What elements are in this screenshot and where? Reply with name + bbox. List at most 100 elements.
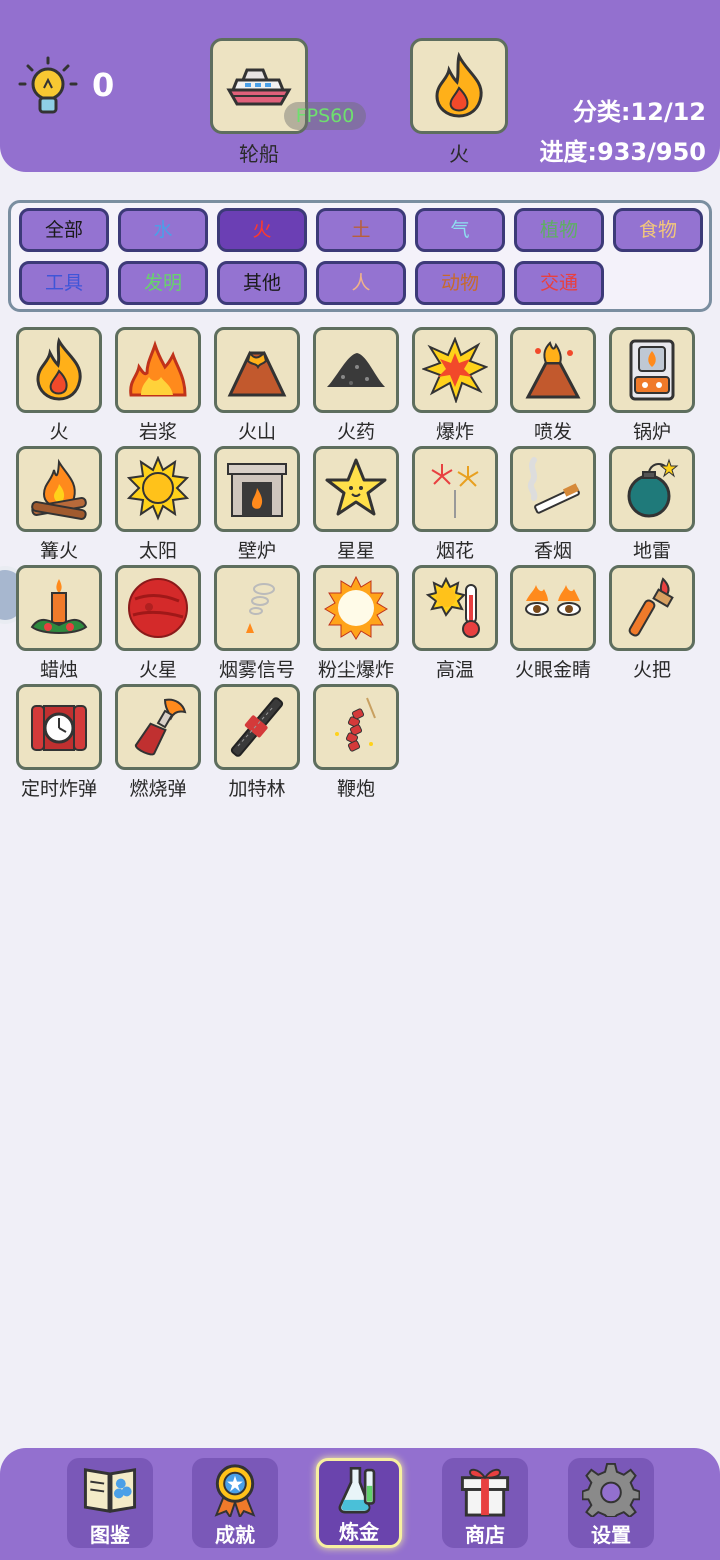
element-item[interactable]: 香烟	[510, 446, 596, 563]
element-item[interactable]: 星星	[313, 446, 399, 563]
nav-label: 图鉴	[90, 1523, 130, 1547]
book-icon	[83, 1468, 137, 1513]
element-item[interactable]: 火	[16, 327, 102, 444]
star-icon	[325, 458, 387, 516]
torch-icon	[628, 577, 674, 637]
element-item[interactable]: 壁炉	[214, 446, 300, 563]
volcano-icon	[227, 350, 287, 397]
category-all[interactable]: 全部	[19, 208, 109, 252]
category-other[interactable]: 其他	[217, 261, 307, 305]
category-label: 植物	[539, 219, 578, 241]
element-label: 火把	[632, 659, 671, 681]
element-label: 岩浆	[138, 421, 177, 443]
result-slot-left-label: 轮船	[239, 142, 279, 166]
element-item[interactable]: 篝火	[16, 446, 102, 563]
element-item[interactable]: 燃烧弹	[115, 684, 201, 801]
category-earth[interactable]: 土	[316, 208, 406, 252]
nav-label: 商店	[465, 1523, 505, 1547]
category-fire[interactable]: 火	[217, 208, 307, 252]
element-item[interactable]: 岩浆	[115, 327, 201, 444]
category-label: 发明	[143, 272, 182, 294]
element-item[interactable]: 鞭炮	[313, 684, 399, 801]
element-label: 爆炸	[435, 421, 474, 443]
element-label: 加特林	[228, 778, 286, 800]
category-air[interactable]: 气	[415, 208, 505, 252]
category-filter: 全部 水 火 土 气 植物 食物 工具 发明 其他 人 动物 交通	[8, 200, 712, 312]
progress-counter: 进度:933/950	[539, 138, 706, 166]
element-item[interactable]: 锅炉	[609, 327, 695, 444]
boiler-icon	[629, 339, 675, 401]
element-item[interactable]: 高温	[412, 565, 498, 682]
smoke-signal-icon	[246, 583, 275, 633]
category-invention[interactable]: 发明	[118, 261, 208, 305]
element-label: 火药	[336, 421, 375, 443]
category-counter: 分类:12/12	[572, 98, 706, 126]
element-item[interactable]: 喷发	[510, 327, 596, 444]
top-bar: 0 轮船 FPS60 火 分类:12/12 进度:933/950	[0, 0, 720, 172]
category-label: 火	[252, 219, 272, 241]
category-tool[interactable]: 工具	[19, 261, 109, 305]
nav-settings[interactable]: 设置	[568, 1458, 654, 1548]
category-label: 交通	[539, 272, 578, 294]
element-item[interactable]: 太阳	[115, 446, 201, 563]
nav-label: 炼金	[339, 1520, 379, 1544]
element-label: 锅炉	[632, 421, 671, 443]
category-plant[interactable]: 植物	[514, 208, 604, 252]
gear-icon	[582, 1462, 640, 1517]
fire-icon	[36, 337, 82, 401]
fireworks-icon	[431, 464, 479, 518]
result-slot-right[interactable]	[410, 38, 508, 134]
category-label: 其他	[242, 272, 281, 294]
category-transport[interactable]: 交通	[514, 261, 604, 305]
category-animal[interactable]: 动物	[415, 261, 505, 305]
fireplace-icon	[227, 463, 287, 517]
category-label: 人	[351, 272, 371, 294]
category-label: 动物	[440, 272, 479, 294]
element-label: 火星	[138, 659, 177, 681]
element-label: 星星	[336, 540, 375, 562]
gift-icon	[460, 1468, 510, 1517]
element-item[interactable]: 蜡烛	[16, 565, 102, 682]
element-item[interactable]: 火星	[115, 565, 201, 682]
element-item[interactable]: 烟雾信号	[214, 565, 300, 682]
sun-icon	[126, 456, 190, 521]
fire-eyes-icon	[525, 585, 581, 616]
element-item[interactable]: 粉尘爆炸	[313, 565, 399, 682]
nav-alchemy[interactable]: 炼金	[316, 1458, 402, 1548]
nav-label: 设置	[591, 1523, 631, 1547]
element-label: 地雷	[632, 540, 671, 562]
element-label: 燃烧弹	[129, 778, 187, 800]
category-label: 水	[153, 219, 173, 241]
nav-shop[interactable]: 商店	[442, 1458, 528, 1548]
category-label: 工具	[44, 272, 83, 294]
magma-icon	[129, 340, 187, 397]
eruption-icon	[525, 341, 581, 399]
element-item[interactable]: 定时炸弹	[16, 684, 102, 801]
element-item[interactable]: 火把	[609, 565, 695, 682]
heat-icon	[425, 576, 480, 638]
category-label: 全部	[44, 219, 83, 241]
element-label: 粉尘爆炸	[317, 659, 394, 681]
nav-achievements[interactable]: 成就	[192, 1458, 278, 1548]
category-water[interactable]: 水	[118, 208, 208, 252]
nav-encyclopedia[interactable]: 图鉴	[67, 1458, 153, 1548]
category-food[interactable]: 食物	[613, 208, 703, 252]
element-label: 火眼金睛	[514, 659, 591, 681]
element-item[interactable]: 加特林	[214, 684, 300, 801]
element-item[interactable]: 地雷	[609, 446, 695, 563]
element-label: 烟花	[435, 540, 474, 562]
element-item[interactable]: 火药	[313, 327, 399, 444]
element-item[interactable]: 烟花	[412, 446, 498, 563]
element-item[interactable]: 爆炸	[412, 327, 498, 444]
element-item[interactable]: 火眼金睛	[510, 565, 596, 682]
element-label: 火山	[237, 421, 276, 443]
campfire-icon	[31, 458, 87, 520]
element-label: 香烟	[533, 540, 572, 562]
fps-counter: FPS60	[284, 102, 366, 130]
lightbulb-icon[interactable]	[16, 54, 80, 118]
element-item[interactable]: 火山	[214, 327, 300, 444]
element-label: 喷发	[533, 421, 572, 443]
category-person[interactable]: 人	[316, 261, 406, 305]
medal-icon	[214, 1464, 256, 1517]
category-label: 土	[351, 219, 371, 241]
